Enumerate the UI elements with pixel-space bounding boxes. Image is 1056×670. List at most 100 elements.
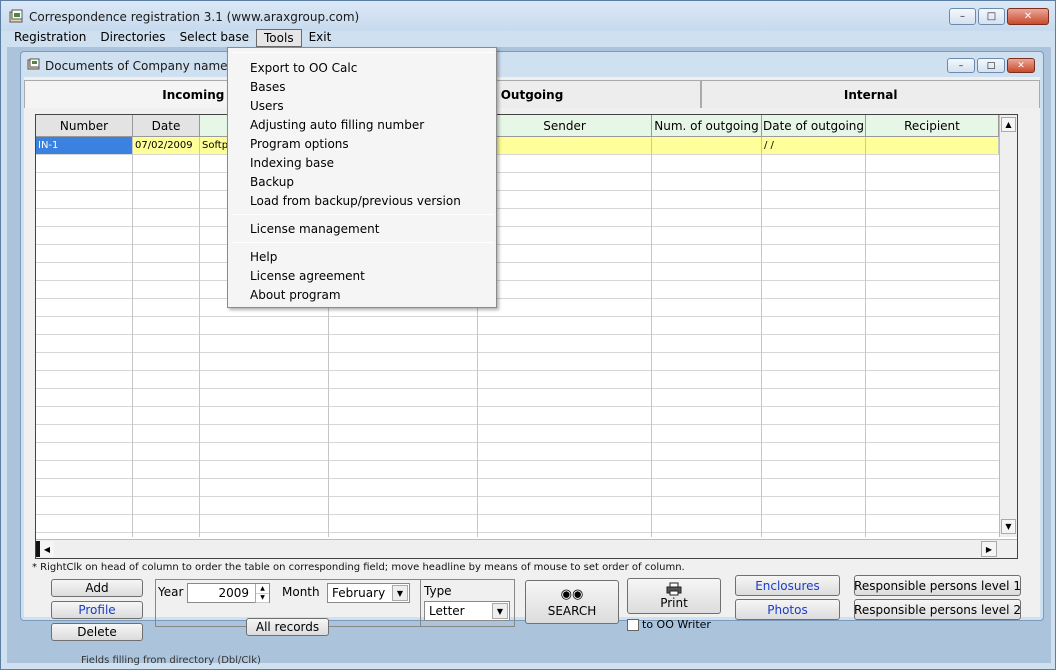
document-title: Documents of Company name [45, 59, 228, 73]
month-select[interactable]: February ▼ [327, 583, 410, 603]
grid-column-divider [865, 137, 866, 537]
menu-exit[interactable]: Exit [302, 29, 339, 47]
app-titlebar[interactable]: Correspondence registration 3.1 (www.ara… [1, 1, 1055, 31]
profile-button[interactable]: Profile [51, 601, 143, 619]
chevron-down-icon[interactable]: ▼ [492, 603, 508, 619]
app-window: Correspondence registration 3.1 (www.ara… [0, 0, 1056, 670]
menu-directories[interactable]: Directories [93, 29, 172, 47]
menu-tools[interactable]: Tools [256, 29, 302, 47]
year-value: 2009 [218, 586, 249, 600]
menu-adjusting-auto-filling[interactable]: Adjusting auto filling number [250, 118, 424, 132]
document-client: Incoming Outgoing Internal Number Date S… [24, 77, 1041, 641]
spin-down-icon[interactable]: ▼ [256, 594, 269, 603]
grid-header: Number Date Sender Num. of outgoing Date… [36, 115, 999, 137]
menu-indexing-base[interactable]: Indexing base [250, 156, 334, 170]
scroll-up-icon[interactable]: ▲ [1001, 117, 1016, 132]
search-label: SEARCH [547, 603, 597, 618]
menu-program-options[interactable]: Program options [250, 137, 349, 151]
enclosures-button[interactable]: Enclosures [735, 575, 840, 596]
scroll-right-icon[interactable]: ▶ [981, 541, 997, 557]
photos-button[interactable]: Photos [735, 599, 840, 620]
app-title: Correspondence registration 3.1 (www.ara… [29, 10, 360, 24]
delete-button[interactable]: Delete [51, 623, 143, 641]
print-label: Print [660, 596, 688, 610]
tab-internal[interactable]: Internal [701, 80, 1041, 108]
binoculars-icon: ◉◉ [560, 586, 584, 602]
print-button[interactable]: Print [627, 578, 721, 614]
minimize-button[interactable]: – [949, 8, 976, 25]
doc-minimize-button[interactable]: – [947, 58, 975, 73]
spin-up-icon[interactable]: ▲ [256, 584, 269, 594]
menu-about-program[interactable]: About program [250, 288, 341, 302]
horizontal-scrollbar[interactable]: ◀ ▶ [36, 539, 1017, 558]
menubar: Registration Directories Select base Too… [7, 29, 338, 47]
type-value: Letter [429, 604, 465, 618]
responsible-level1-button[interactable]: Responsible persons level 1 [854, 575, 1021, 596]
mdi-area: Documents of Company name – □ ✕ Incoming… [7, 47, 1051, 663]
tools-dropdown-menu: Export to OO Calc Bases Users Adjusting … [227, 47, 497, 308]
menu-separator [232, 242, 494, 243]
responsible-level2-button[interactable]: Responsible persons level 2 [854, 599, 1021, 620]
search-button[interactable]: ◉◉ SEARCH [525, 580, 619, 624]
cell-date-outgoing[interactable]: / / [762, 137, 866, 154]
month-value: February [332, 586, 386, 600]
tab-bar: Incoming Outgoing Internal [24, 80, 1041, 108]
status-text: Fields filling from directory (Dbl/Clk) [81, 655, 261, 666]
column-header-date-outgoing[interactable]: Date of outgoing [762, 115, 866, 137]
menu-license-agreement[interactable]: License agreement [250, 269, 365, 283]
to-oo-writer-label: to OO Writer [642, 618, 711, 631]
grid-column-divider [651, 137, 652, 537]
menu-bases[interactable]: Bases [250, 80, 285, 94]
grid-column-divider [761, 137, 762, 537]
menu-separator [232, 52, 494, 53]
menu-users[interactable]: Users [250, 99, 284, 113]
menu-select-base[interactable]: Select base [173, 29, 256, 47]
menu-load-from-backup[interactable]: Load from backup/previous version [250, 194, 461, 208]
column-header-num-outgoing[interactable]: Num. of outgoing [652, 115, 762, 137]
scroll-left-icon[interactable]: ◀ [36, 541, 54, 557]
cell-sender[interactable] [478, 137, 652, 154]
cell-recipient[interactable] [866, 137, 999, 154]
column-header-sender[interactable]: Sender [478, 115, 652, 137]
printer-icon [666, 582, 682, 596]
table-row[interactable]: IN-1 07/02/2009 Softp / / [36, 137, 999, 155]
document-icon [27, 58, 40, 70]
grid-body: IN-1 07/02/2009 Softp / / [36, 137, 999, 537]
status-strip: Fields filling from directory (Dbl/Clk) [1, 651, 1056, 670]
year-spinner[interactable]: ▲ ▼ [255, 584, 269, 603]
grid-column-divider [199, 137, 200, 537]
type-label: Type [424, 584, 452, 598]
menu-export-oo-calc[interactable]: Export to OO Calc [250, 61, 357, 75]
month-label: Month [282, 585, 320, 599]
doc-close-button[interactable]: ✕ [1007, 58, 1035, 73]
cell-number[interactable]: IN-1 [36, 137, 133, 154]
scroll-down-icon[interactable]: ▼ [1001, 519, 1016, 534]
menu-license-management[interactable]: License management [250, 222, 379, 236]
menu-backup[interactable]: Backup [250, 175, 294, 189]
records-grid[interactable]: Number Date Sender Num. of outgoing Date… [35, 114, 1018, 559]
column-header-date[interactable]: Date [133, 115, 200, 137]
menu-separator [232, 214, 494, 215]
chevron-down-icon[interactable]: ▼ [392, 585, 408, 601]
menu-registration[interactable]: Registration [7, 29, 93, 47]
year-field[interactable]: 2009 ▲ ▼ [187, 583, 270, 603]
close-button[interactable]: ✕ [1007, 8, 1049, 25]
app-icon [9, 9, 23, 23]
document-titlebar[interactable]: Documents of Company name – □ ✕ [21, 52, 1043, 76]
document-window: Documents of Company name – □ ✕ Incoming… [20, 51, 1044, 641]
menu-help[interactable]: Help [250, 250, 277, 264]
grid-hint: * RightClk on head of column to order th… [32, 562, 685, 573]
type-select[interactable]: Letter ▼ [424, 601, 510, 621]
doc-maximize-button[interactable]: □ [977, 58, 1005, 73]
to-oo-writer-checkbox[interactable] [627, 619, 639, 631]
year-label: Year [158, 585, 184, 599]
cell-num-outgoing[interactable] [652, 137, 762, 154]
add-button[interactable]: Add [51, 579, 143, 597]
column-header-number[interactable]: Number [36, 115, 133, 137]
vertical-scrollbar[interactable]: ▲ ▼ [999, 115, 1017, 537]
all-records-button[interactable]: All records [246, 618, 329, 636]
grid-column-divider [132, 137, 133, 537]
column-header-recipient[interactable]: Recipient [866, 115, 999, 137]
cell-date[interactable]: 07/02/2009 [133, 137, 200, 154]
maximize-button[interactable]: □ [978, 8, 1005, 25]
